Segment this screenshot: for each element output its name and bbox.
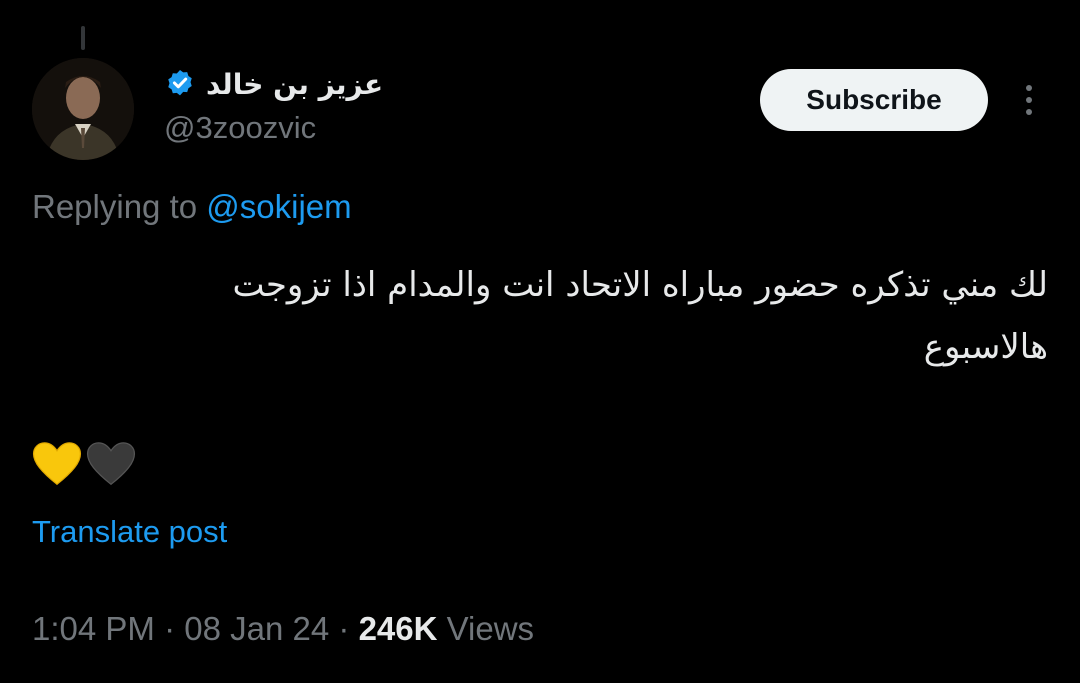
black-heart-icon [86, 442, 136, 486]
avatar[interactable] [32, 58, 134, 160]
more-vertical-icon [1026, 85, 1032, 91]
post-text: لك مني تذكره حضور مباراه الاتحاد انت وال… [232, 265, 1048, 367]
post-date[interactable]: 08 Jan 24 [184, 610, 329, 647]
author-handle[interactable]: @3zoozvic [164, 110, 316, 146]
reply-mention-link[interactable]: @sokijem [206, 188, 351, 225]
verified-badge-icon [168, 70, 192, 96]
views-count[interactable]: 246K [359, 610, 438, 647]
author-name-row: عزيز بن خالد [164, 62, 383, 106]
translate-post-link[interactable]: Translate post [32, 514, 227, 550]
author-display-name[interactable]: عزيز بن خالد [206, 68, 383, 101]
more-options-button[interactable] [1013, 78, 1045, 122]
more-vertical-icon-dot [1026, 97, 1032, 103]
replying-to-prefix: Replying to [32, 188, 198, 225]
emoji-row [32, 440, 136, 488]
thread-connector-line [81, 26, 85, 50]
meta-separator: · [338, 610, 350, 647]
post-time[interactable]: 1:04 PM [32, 610, 155, 647]
post-meta-row: 1:04 PM · 08 Jan 24 · 246K Views [32, 610, 534, 648]
yellow-heart-icon [32, 442, 82, 486]
views-label: Views [446, 610, 535, 647]
more-vertical-icon-dot [1026, 109, 1032, 115]
profile-photo [32, 58, 134, 160]
subscribe-button[interactable]: Subscribe [760, 69, 988, 131]
replying-to-line: Replying to @sokijem [32, 188, 352, 226]
meta-separator: · [164, 610, 176, 647]
